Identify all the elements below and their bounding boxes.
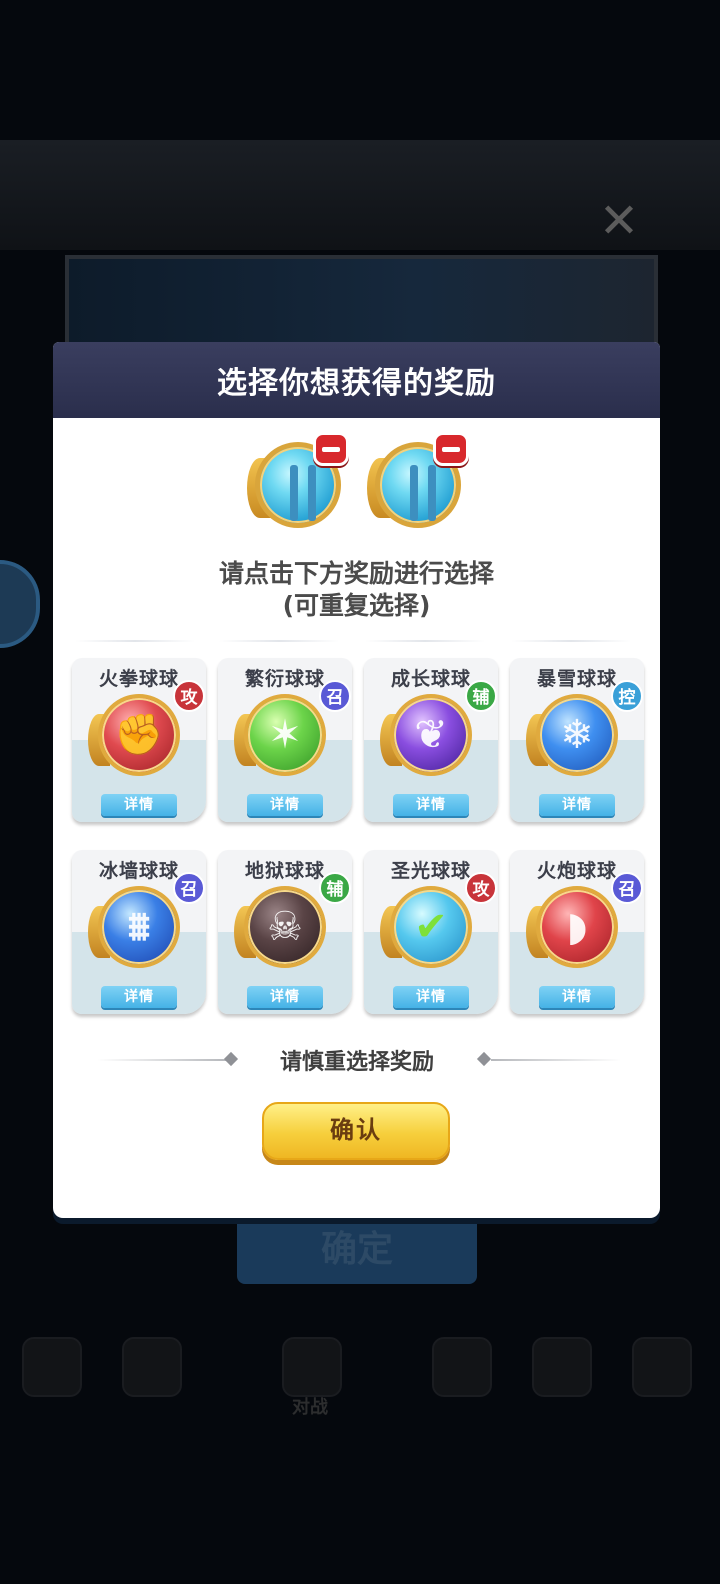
divider	[365, 640, 485, 642]
background-nav-label: 对战	[292, 1397, 328, 1418]
nav-icon	[432, 1337, 492, 1397]
background-bottom-nav: 对战	[0, 1325, 720, 1418]
type-badge-summon: 召	[319, 680, 351, 712]
instruction-subtext: (可重复选择)	[282, 591, 431, 620]
emblem-icon	[290, 465, 298, 521]
selected-reward-slot[interactable]	[247, 432, 349, 534]
background-confirm-label: 确定	[320, 1229, 393, 1270]
remove-selection-button[interactable]	[313, 432, 349, 466]
snowflake-icon: ❄	[560, 712, 594, 758]
dialog-header: 选择你想获得的奖励	[53, 342, 660, 418]
emblem-icon	[428, 465, 436, 521]
emblem-icon	[308, 465, 316, 521]
divider	[491, 1059, 621, 1061]
reproduce-ball-icon: ✶	[244, 694, 326, 776]
background-confirm-button: 确定	[237, 1208, 477, 1284]
detail-button[interactable]: 详情	[539, 794, 615, 816]
detail-button[interactable]: 详情	[393, 986, 469, 1008]
divider	[511, 640, 631, 642]
blizzard-ball-icon: ❄	[536, 694, 618, 776]
reward-card-ice-wall[interactable]: 冰墙球球 ⩩ 召 详情	[72, 850, 206, 1014]
reward-card-hell[interactable]: 地狱球球 ☠ 辅 详情	[218, 850, 352, 1014]
divider	[97, 1059, 227, 1061]
type-badge-attack: 攻	[173, 680, 205, 712]
cannon-ball-icon: ◗	[536, 886, 618, 968]
reward-card-reproduce[interactable]: 繁衍球球 ✶ 召 详情	[218, 658, 352, 822]
ice-wall-icon: ⩩	[128, 904, 150, 950]
reward-card-holy-light[interactable]: 圣光球球 ✔ 攻 详情	[364, 850, 498, 1014]
type-badge-support: 辅	[319, 872, 351, 904]
holy-light-ball-icon: ✔	[390, 886, 472, 968]
reward-selection-dialog: 选择你想获得的奖励 请点击下方奖励进行选择 (可重复选择) 火拳球球 ✊ 攻 详…	[53, 342, 660, 1218]
detail-button[interactable]: 详情	[393, 794, 469, 816]
fire-fist-ball-icon: ✊	[98, 694, 180, 776]
skull-icon: ☠	[267, 904, 303, 950]
nav-icon	[632, 1337, 692, 1397]
nav-icon	[22, 1337, 82, 1397]
type-badge-summon: 召	[173, 872, 205, 904]
divider	[219, 640, 339, 642]
nav-icon	[122, 1337, 182, 1397]
fist-icon: ✊	[114, 712, 164, 758]
instruction-text: 请点击下方奖励进行选择	[218, 559, 494, 588]
detail-button[interactable]: 详情	[539, 986, 615, 1008]
type-badge-attack: 攻	[465, 872, 497, 904]
selected-reward-slot[interactable]	[367, 432, 469, 534]
reward-card-fire-fist[interactable]: 火拳球球 ✊ 攻 详情	[72, 658, 206, 822]
background-close-icon: ✕	[598, 193, 640, 249]
detail-button[interactable]: 详情	[101, 794, 177, 816]
leaf-icon: ❦	[414, 712, 448, 758]
growth-ball-icon: ❦	[390, 694, 472, 776]
hell-ball-icon: ☠	[244, 886, 326, 968]
checkmark-icon: ✔	[414, 904, 448, 950]
reward-card-cannon[interactable]: 火炮球球 ◗ 召 详情	[510, 850, 644, 1014]
caution-text: 请慎重选择奖励	[279, 1050, 434, 1075]
remove-selection-button[interactable]	[433, 432, 469, 466]
cannon-icon: ◗	[566, 904, 588, 950]
type-badge-summon: 召	[611, 872, 643, 904]
background-side-badge	[0, 560, 40, 648]
ice-wall-ball-icon: ⩩	[98, 886, 180, 968]
reward-card-blizzard[interactable]: 暴雪球球 ❄ 控 详情	[510, 658, 644, 822]
background-banner	[65, 255, 658, 353]
detail-button[interactable]: 详情	[247, 794, 323, 816]
dialog-title: 选择你想获得的奖励	[217, 366, 496, 401]
star-icon: ✶	[268, 712, 302, 758]
nav-icon	[532, 1337, 592, 1397]
divider	[75, 640, 195, 642]
type-badge-control: 控	[611, 680, 643, 712]
emblem-icon	[410, 465, 418, 521]
confirm-button[interactable]: 确认	[262, 1102, 450, 1160]
detail-button[interactable]: 详情	[247, 986, 323, 1008]
nav-icon	[282, 1337, 342, 1397]
detail-button[interactable]: 详情	[101, 986, 177, 1008]
type-badge-support: 辅	[465, 680, 497, 712]
reward-card-growth[interactable]: 成长球球 ❦ 辅 详情	[364, 658, 498, 822]
